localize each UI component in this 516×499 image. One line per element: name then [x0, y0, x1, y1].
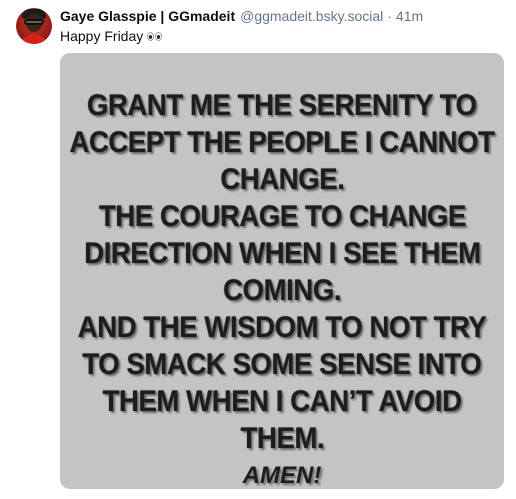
post-header: Gaye Glasspie | GGmadeit @ggmadeit.bsky.… [60, 8, 423, 25]
meme-line: TO SMACK SOME SENSE INTO [82, 348, 482, 381]
avatar-glasses [24, 19, 44, 25]
meme-text-block: GRANT ME THE SERENITY TO ACCEPT THE PEOP… [60, 53, 504, 489]
meme-line: THE COURAGE TO CHANGE [98, 200, 466, 233]
author-avatar[interactable] [16, 8, 52, 44]
meme-line: GRANT ME THE SERENITY TO [87, 89, 477, 122]
meme-line: THEM WHEN I CAN’T AVOID [102, 385, 462, 418]
meme-line: CHANGE. [219, 163, 345, 196]
header-separator: · [387, 8, 392, 24]
post-text: Happy Friday [60, 27, 163, 45]
meme-closing: AMEN! [242, 462, 322, 489]
eye-right [155, 31, 163, 41]
post-timestamp[interactable]: 41m [396, 8, 423, 25]
post-text-content: Happy Friday [60, 28, 144, 44]
author-name[interactable]: Gaye Glasspie | GGmadeit [60, 8, 235, 25]
meme-line: ACCEPT THE PEOPLE I CANNOT [69, 126, 495, 159]
meme-line: DIRECTION WHEN I SEE THEM [83, 237, 481, 270]
avatar-shirt [20, 34, 48, 44]
meme-line: THEM. [240, 422, 324, 455]
meme-line: AND THE WISDOM TO NOT TRY [77, 311, 487, 344]
meme-line: COMING. [223, 274, 341, 307]
post-image[interactable]: GRANT ME THE SERENITY TO ACCEPT THE PEOP… [60, 53, 504, 489]
eyes-emoji-icon [147, 31, 163, 41]
author-handle[interactable]: @ggmadeit.bsky.social [240, 8, 383, 25]
eye-left [147, 31, 155, 41]
post[interactable]: Gaye Glasspie | GGmadeit @ggmadeit.bsky.… [0, 0, 516, 499]
